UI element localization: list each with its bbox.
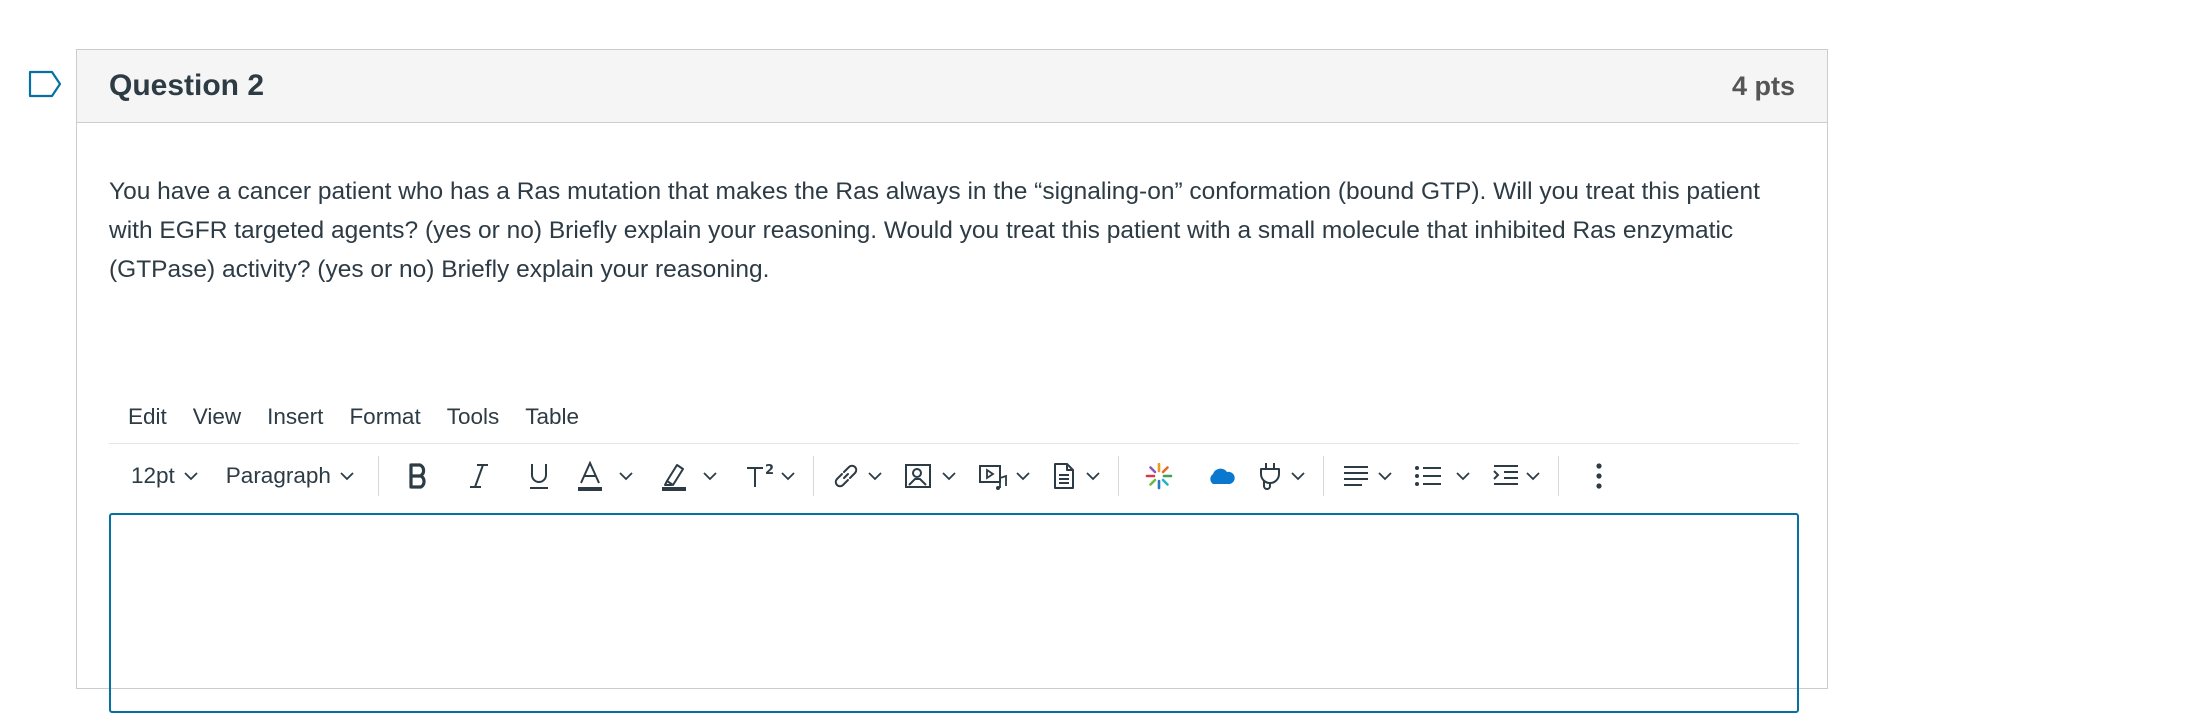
toolbar-divider: [1117, 456, 1119, 496]
text-color-button[interactable]: [577, 454, 633, 498]
editor-menubar: Edit View Insert Format Tools Table: [109, 390, 1799, 444]
flag-icon[interactable]: [28, 70, 62, 98]
italic-icon: [469, 464, 488, 488]
link-icon: [834, 464, 858, 488]
media-icon: [978, 465, 1007, 490]
font-size-value: 12pt: [131, 463, 175, 488]
toolbar-divider: [812, 456, 814, 496]
menu-format[interactable]: Format: [337, 404, 432, 430]
chevron-down-icon: [942, 471, 956, 480]
highlight-button[interactable]: [661, 454, 717, 498]
more-vertical-icon: [1596, 463, 1602, 489]
indent-button[interactable]: [1492, 454, 1540, 498]
chevron-down-icon: [1526, 471, 1540, 480]
underline-button[interactable]: [517, 454, 561, 498]
chevron-down-icon: [340, 471, 354, 480]
menu-tools[interactable]: Tools: [435, 404, 512, 430]
chevron-down-icon: [1456, 471, 1470, 480]
question-points: 4 pts: [1731, 70, 1795, 101]
text-color-icon: [577, 461, 602, 491]
document-icon: [1053, 463, 1074, 489]
bold-icon: [409, 463, 426, 489]
onedrive-button[interactable]: [1199, 454, 1243, 498]
image-button[interactable]: [904, 454, 956, 498]
italic-button[interactable]: [457, 454, 501, 498]
chevron-down-icon: [703, 471, 717, 480]
more-button[interactable]: [1577, 454, 1621, 498]
image-icon: [904, 464, 931, 488]
underline-icon: [529, 464, 548, 489]
document-button[interactable]: [1052, 454, 1100, 498]
block-format-select[interactable]: Paragraph: [226, 454, 354, 498]
highlight-icon: [661, 464, 686, 491]
toolbar-divider: [1557, 456, 1559, 496]
chevron-down-icon: [1016, 471, 1030, 480]
superscript-button[interactable]: 2: [745, 454, 795, 498]
toolbar-divider: [1322, 456, 1324, 496]
chevron-down-icon: [619, 471, 633, 480]
list-button[interactable]: [1414, 454, 1470, 498]
menu-view[interactable]: View: [181, 404, 253, 430]
answer-editor[interactable]: [109, 513, 1799, 713]
chevron-down-icon: [1086, 471, 1100, 480]
block-format-value: Paragraph: [225, 463, 331, 488]
chevron-down-icon: [868, 471, 882, 480]
chevron-down-icon: [1378, 471, 1392, 480]
font-size-select[interactable]: 12pt: [131, 454, 198, 498]
align-button[interactable]: [1342, 454, 1392, 498]
indent-icon: [1493, 465, 1518, 485]
menu-edit[interactable]: Edit: [109, 404, 179, 430]
svg-text:2: 2: [765, 463, 774, 478]
plug-icon: [1259, 463, 1280, 490]
chevron-down-icon: [184, 471, 198, 480]
toolbar-divider: [377, 456, 379, 496]
editor-toolbar: 12pt Paragraph 2: [109, 444, 1799, 508]
align-icon: [1343, 466, 1368, 486]
superscript-icon: 2: [746, 463, 774, 487]
list-icon: [1414, 466, 1441, 486]
bold-button[interactable]: [397, 454, 441, 498]
apps-icon: [1145, 462, 1173, 490]
chevron-down-icon: [1291, 471, 1305, 480]
menu-table[interactable]: Table: [513, 404, 591, 430]
link-button[interactable]: [832, 454, 882, 498]
question-card: Question 2 4 pts You have a cancer patie…: [76, 49, 1828, 713]
apps-button[interactable]: [1137, 454, 1181, 498]
question-text: You have a cancer patient who has a Ras …: [109, 178, 1760, 283]
cloud-icon: [1210, 468, 1235, 484]
media-button[interactable]: [978, 454, 1030, 498]
chevron-down-icon: [781, 471, 795, 480]
plugin-button[interactable]: [1257, 454, 1305, 498]
question-title: Question 2: [109, 69, 265, 102]
question-header: Question 2 4 pts: [77, 50, 1827, 123]
menu-insert[interactable]: Insert: [255, 404, 335, 430]
